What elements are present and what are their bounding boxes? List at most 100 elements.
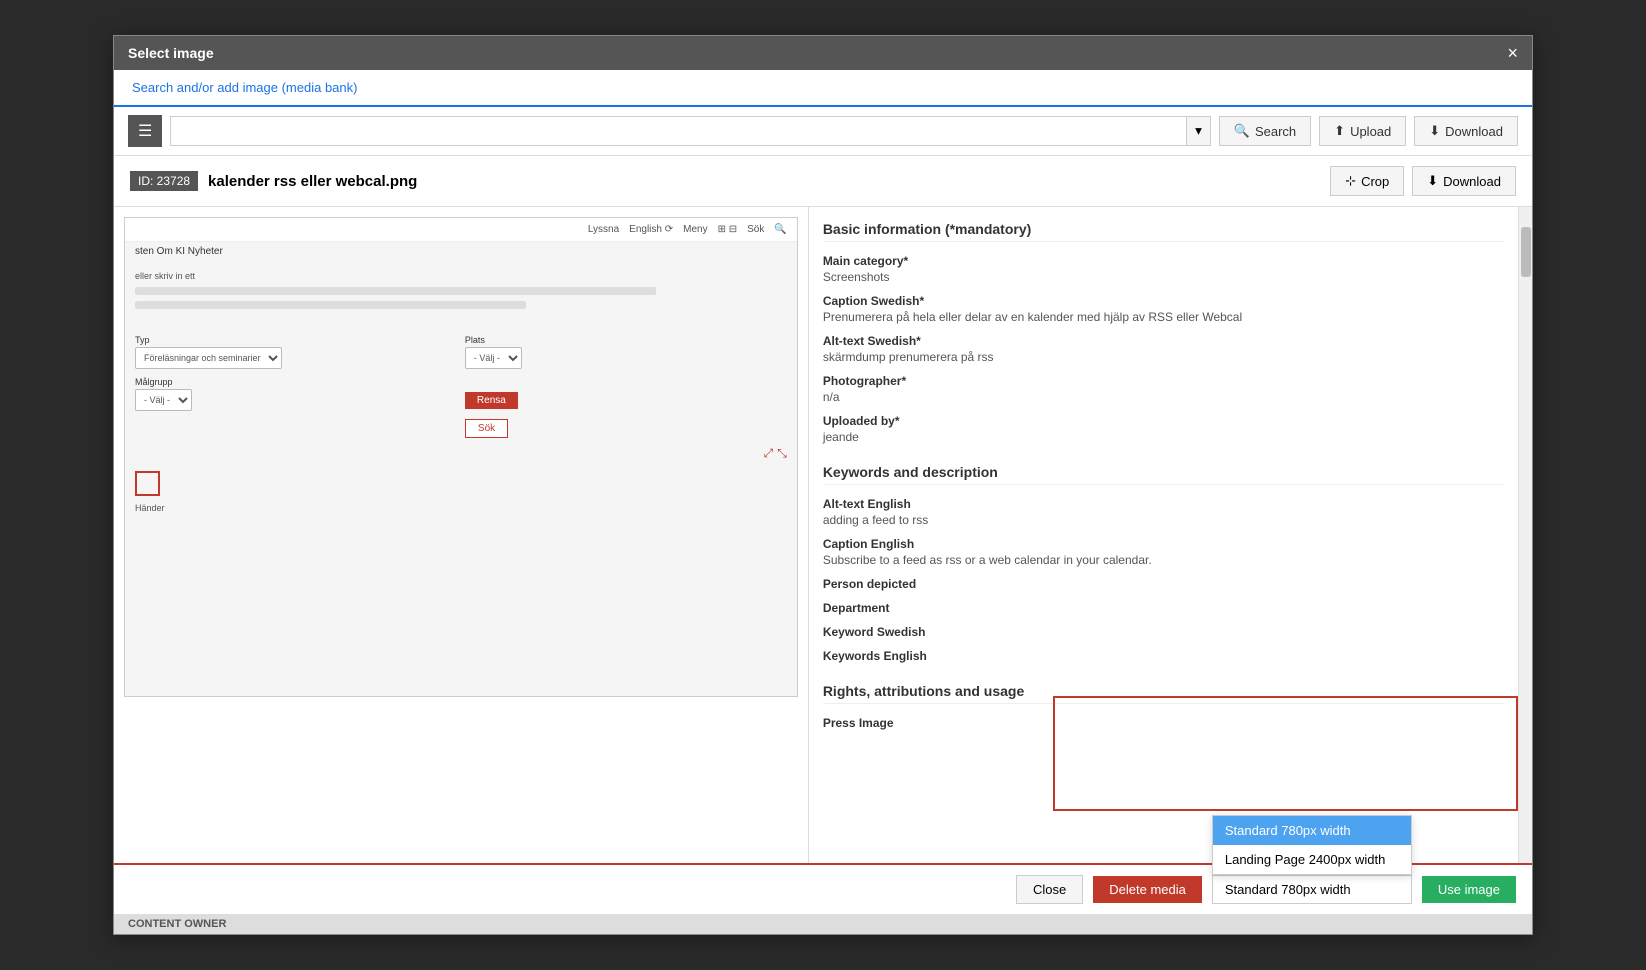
delete-media-button[interactable]: Delete media	[1093, 876, 1202, 903]
download-icon: ⬇	[1429, 123, 1440, 139]
label-alt-text-swedish: Alt-text Swedish*	[823, 334, 1504, 348]
modal-body: ID: 23728 kalender rss eller webcal.png …	[114, 156, 1532, 863]
crop-button[interactable]: ⊹ Crop	[1330, 166, 1404, 196]
mock-sok-button[interactable]: Sök	[465, 419, 508, 438]
field-press-image: Press Image	[823, 716, 1504, 730]
width-dropdown[interactable]: Standard 780px width Landing Page 2400px…	[1212, 875, 1412, 904]
dropdown-option-landing[interactable]: Landing Page 2400px width	[1213, 845, 1411, 874]
field-keyword-swedish: Keyword Swedish	[823, 625, 1504, 639]
label-main-category: Main category*	[823, 254, 1504, 268]
field-uploaded-by: Uploaded by* jeande	[823, 414, 1504, 444]
crop-icon: ⊹	[1345, 173, 1356, 189]
label-department: Department	[823, 601, 1504, 615]
label-caption-swedish: Caption Swedish*	[823, 294, 1504, 308]
tab-search-add-image[interactable]: Search and/or add image (media bank)	[128, 70, 361, 107]
mock-nav-icons: ⊞ ⊟	[718, 224, 738, 235]
modal: Select image × Search and/or add image (…	[113, 35, 1533, 935]
mock-rensa-button[interactable]: Rensa	[465, 392, 518, 409]
scrollbar-thumb	[1521, 227, 1531, 277]
toolbar-download-button[interactable]: ⬇ Download	[1414, 116, 1518, 146]
close-button[interactable]: Close	[1016, 875, 1083, 904]
preview-area: Lyssna English ⟳ Meny ⊞ ⊟ Sök 🔍 sten Om	[114, 207, 808, 707]
value-photographer: n/a	[823, 390, 1504, 404]
mock-select-typ[interactable]: Föreläsningar och seminarier	[135, 347, 282, 369]
label-alt-text-english: Alt-text English	[823, 497, 1504, 511]
mock-form-row-3: Sök	[135, 419, 787, 438]
label-photographer: Photographer*	[823, 374, 1504, 388]
image-info-bar: ID: 23728 kalender rss eller webcal.png …	[114, 156, 1532, 207]
image-filename: kalender rss eller webcal.png	[208, 173, 417, 190]
mock-nav: Lyssna English ⟳ Meny ⊞ ⊟ Sök 🔍	[125, 218, 797, 242]
image-actions: ⊹ Crop ⬇ Download	[1330, 166, 1516, 196]
mock-breadcrumb-text: sten Om KI Nyheter	[135, 246, 223, 257]
search-input[interactable]	[171, 117, 1186, 145]
keywords-title: Keywords and description	[823, 464, 1504, 485]
value-caption-english: Subscribe to a feed as rss or a web cale…	[823, 553, 1504, 567]
value-uploaded-by: jeande	[823, 430, 1504, 444]
modal-overlay: Select image × Search and/or add image (…	[0, 0, 1646, 970]
field-keywords-english: Keywords English	[823, 649, 1504, 663]
upload-label: Upload	[1350, 124, 1391, 139]
mock-text-line-2	[135, 301, 526, 309]
upload-button[interactable]: ⬆ Upload	[1319, 116, 1406, 146]
mock-form-label-malgrupp: Målgrupp	[135, 377, 457, 387]
menu-button[interactable]: ☰	[128, 115, 162, 147]
mock-expand-row: ⤢ ⤡	[135, 446, 787, 461]
field-person-depicted: Person depicted	[823, 577, 1504, 591]
modal-title-bar: Select image ×	[114, 36, 1532, 70]
image-panel: Lyssna English ⟳ Meny ⊞ ⊟ Sök 🔍 sten Om	[114, 207, 809, 863]
mock-form-label-plats: Plats	[465, 335, 787, 345]
toolbar-download-label: Download	[1445, 124, 1503, 139]
mock-form-label-typ: Typ	[135, 335, 457, 345]
label-caption-english: Caption English	[823, 537, 1504, 551]
image-download-icon: ⬇	[1427, 173, 1438, 189]
label-uploaded-by: Uploaded by*	[823, 414, 1504, 428]
mock-small-box	[135, 471, 160, 496]
field-department: Department	[823, 601, 1504, 615]
mock-content-text: eller skriv in ett	[135, 271, 195, 281]
image-preview: Lyssna English ⟳ Meny ⊞ ⊟ Sök 🔍 sten Om	[124, 217, 798, 697]
toolbar: ☰ ▾ 🔍 Search ⬆ Upload ⬇ Download	[114, 107, 1532, 156]
modal-tabs: Search and/or add image (media bank)	[114, 70, 1532, 107]
mock-form-row-2: Målgrupp - Välj - Rensa	[135, 377, 787, 411]
value-caption-swedish: Prenumerera på hela eller delar av en ka…	[823, 310, 1504, 324]
use-image-button[interactable]: Use image	[1422, 876, 1516, 903]
mock-small-box-area	[125, 471, 797, 499]
field-main-category: Main category* Screenshots	[823, 254, 1504, 284]
image-id: ID: 23728	[130, 171, 198, 191]
right-scrollbar[interactable]	[1518, 207, 1532, 863]
upload-icon: ⬆	[1334, 123, 1345, 139]
label-press-image: Press Image	[823, 716, 1504, 730]
label-person-depicted: Person depicted	[823, 577, 1504, 591]
image-download-label: Download	[1443, 174, 1501, 189]
website-mock: Lyssna English ⟳ Meny ⊞ ⊟ Sök 🔍 sten Om	[125, 218, 797, 696]
keywords-section: Keywords and description Alt-text Englis…	[823, 464, 1504, 663]
field-alt-text-english: Alt-text English adding a feed to rss	[823, 497, 1504, 527]
mock-form: Typ Föreläsningar och seminarier Plats	[125, 325, 797, 471]
mock-breadcrumb: sten Om KI Nyheter	[125, 242, 797, 261]
mock-nav-sok: Sök	[747, 224, 764, 235]
dropdown-option-standard[interactable]: Standard 780px width	[1213, 816, 1411, 845]
mock-text-line-1	[135, 287, 656, 295]
footer-bar: Close Delete media Standard 780px width …	[114, 863, 1532, 914]
image-download-button[interactable]: ⬇ Download	[1412, 166, 1516, 196]
mock-search-icon: 🔍	[774, 224, 786, 235]
mock-content: eller skriv in ett	[125, 261, 797, 325]
modal-title: Select image	[128, 45, 214, 61]
mock-select-plats[interactable]: - Välj -	[465, 347, 522, 369]
modal-close-button[interactable]: ×	[1507, 44, 1518, 62]
label-keyword-swedish: Keyword Swedish	[823, 625, 1504, 639]
search-input-wrap: ▾	[170, 116, 1210, 146]
value-alt-text-swedish: skärmdump prenumerera på rss	[823, 350, 1504, 364]
label-keywords-english: Keywords English	[823, 649, 1504, 663]
search-icon: 🔍	[1234, 123, 1250, 139]
mock-select-malgrupp[interactable]: - Välj -	[135, 389, 192, 411]
search-dropdown-button[interactable]: ▾	[1186, 117, 1210, 145]
field-alt-text-swedish: Alt-text Swedish* skärmdump prenumerera …	[823, 334, 1504, 364]
content-main: Lyssna English ⟳ Meny ⊞ ⊟ Sök 🔍 sten Om	[114, 207, 1532, 863]
width-dropdown-container: Standard 780px width Landing Page 2400px…	[1212, 875, 1412, 904]
mock-expand-icon-1: ⤢	[764, 446, 774, 461]
basic-info-section: Basic information (*mandatory) Main cate…	[823, 221, 1504, 444]
search-button[interactable]: 🔍 Search	[1219, 116, 1311, 146]
mock-form-row-1: Typ Föreläsningar och seminarier Plats	[135, 335, 787, 369]
